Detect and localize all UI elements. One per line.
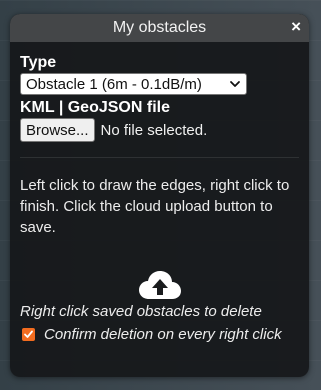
file-label: KML | GeoJSON file [20,99,170,116]
chevron-down-icon [230,81,240,87]
cloud-upload-icon[interactable] [138,269,182,301]
browse-button[interactable]: Browse... [20,118,95,142]
confirm-row: Confirm deletion on every right click [20,326,299,343]
confirm-deletion-checkbox[interactable] [22,328,35,341]
divider [20,157,299,158]
panel-title: My obstacles [112,19,207,36]
file-input: Browse... No file selected. [20,118,299,142]
obstacles-panel: My obstacles × Type Obstacle 1 (6m - 0.1… [10,14,309,377]
checkmark-icon [24,330,33,338]
obstacle-type-value: Obstacle 1 (6m - 0.1dB/m) [26,75,202,93]
panel-body: Type Obstacle 1 (6m - 0.1dB/m) KML | Geo… [10,42,309,343]
delete-hint: Right click saved obstacles to delete [20,303,262,320]
confirm-deletion-label: Confirm deletion on every right click [44,326,282,343]
panel-header: My obstacles × [10,14,309,42]
type-label: Type [20,54,57,71]
file-status: No file selected. [100,121,208,139]
upload-area [20,269,299,301]
obstacle-type-select[interactable]: Obstacle 1 (6m - 0.1dB/m) [20,73,247,95]
close-button[interactable]: × [291,17,301,37]
instructions-text: Left click to draw the edges, right clic… [20,177,290,236]
